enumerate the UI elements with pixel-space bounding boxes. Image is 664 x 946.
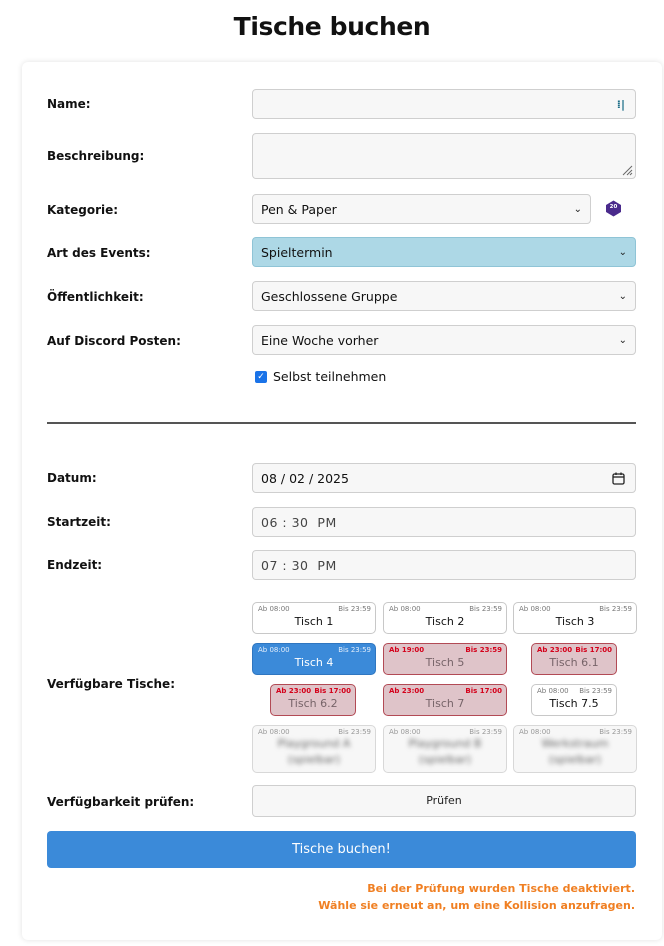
- table-until: Bis 23:59: [338, 646, 371, 654]
- table-button-conflict[interactable]: Ab 23:00 Bis 17:00 Tisch 6.1: [531, 643, 617, 675]
- table-from: Ab 08:00: [258, 605, 290, 613]
- kategorie-value: Pen & Paper: [261, 201, 337, 217]
- table-until: Bis 23:59: [465, 646, 502, 654]
- startzeit-value: 06 : 30 PM: [261, 514, 337, 530]
- datum-value: 08 / 02 / 2025: [261, 470, 349, 486]
- section-divider: [47, 422, 636, 424]
- table-name: Playground A (spielbar): [277, 737, 351, 766]
- table-from: Ab 08:00: [389, 605, 421, 613]
- book-tables-button[interactable]: Tische buchen!: [47, 831, 636, 868]
- discord-select[interactable]: Eine Woche vorher ⌄: [252, 325, 636, 355]
- kategorie-label: Kategorie:: [47, 203, 119, 217]
- table-from: Ab 19:00: [389, 646, 425, 654]
- table-button[interactable]: Ab 08:00 Bis 23:59 Tisch 2: [383, 602, 507, 634]
- datum-input[interactable]: 08 / 02 / 2025: [252, 463, 636, 493]
- table-until: Bis 23:59: [599, 728, 632, 736]
- table-until: Bis 17:00: [575, 646, 612, 654]
- discord-value: Eine Woche vorher: [261, 332, 379, 348]
- check-label: Verfügbarkeit prüfen:: [47, 795, 195, 809]
- oeffentlichkeit-value: Geschlossene Gruppe: [261, 288, 398, 304]
- table-until: Bis 23:59: [338, 605, 371, 613]
- table-button-conflict[interactable]: Ab 19:00 Bis 23:59 Tisch 5: [383, 643, 507, 675]
- table-name: Tisch 6.2: [288, 697, 338, 710]
- warning-line-2: Wähle sie erneut an, um eine Kollision a…: [318, 899, 635, 912]
- endzeit-input[interactable]: 07 : 30 PM: [252, 550, 636, 580]
- datum-label: Datum:: [47, 471, 97, 485]
- chevron-down-icon: ⌄: [618, 334, 627, 346]
- beschreibung-label: Beschreibung:: [47, 149, 145, 163]
- table-button-disabled[interactable]: Ab 08:00 Bis 23:59 Werkstraum (spielbar): [513, 725, 637, 773]
- table-button-disabled[interactable]: Ab 08:00 Bis 23:59 Playground A (spielba…: [252, 725, 376, 773]
- oeffentlichkeit-label: Öffentlichkeit:: [47, 290, 144, 304]
- calendar-icon[interactable]: [612, 472, 625, 485]
- table-name: Tisch 7: [425, 697, 465, 710]
- endzeit-value: 07 : 30 PM: [261, 557, 337, 573]
- page-title: Tische buchen: [233, 12, 431, 41]
- table-button[interactable]: Ab 08:00 Bis 23:59 Tisch 7.5: [531, 684, 617, 716]
- chevron-down-icon: ⌄: [618, 290, 627, 302]
- table-button[interactable]: Ab 08:00 Bis 23:59 Tisch 1: [252, 602, 376, 634]
- d20-dice-icon: 20: [605, 200, 622, 217]
- table-name: Tisch 2: [425, 615, 465, 628]
- table-from: Ab 08:00: [389, 728, 421, 736]
- table-button-disabled[interactable]: Ab 08:00 Bis 23:59 Playground B (spielba…: [383, 725, 507, 773]
- endzeit-label: Endzeit:: [47, 558, 103, 572]
- table-from: Ab 08:00: [519, 728, 551, 736]
- table-from: Ab 23:00: [389, 687, 425, 695]
- table-name: Werkstraum (spielbar): [541, 737, 609, 766]
- table-from: Ab 08:00: [258, 646, 290, 654]
- table-from: Ab 23:00: [276, 687, 312, 695]
- table-button-selected[interactable]: Ab 08:00 Bis 23:59 Tisch 4: [252, 643, 376, 675]
- chevron-down-icon: ⌄: [618, 246, 627, 258]
- table-until: Bis 23:59: [599, 605, 632, 613]
- name-label: Name:: [47, 97, 91, 111]
- art-value: Spieltermin: [261, 244, 333, 260]
- startzeit-input[interactable]: 06 : 30 PM: [252, 507, 636, 537]
- table-until: Bis 17:00: [314, 687, 351, 695]
- password-manager-icon[interactable]: ⁞|: [617, 98, 625, 111]
- table-name: Tisch 4: [294, 656, 334, 669]
- table-from: Ab 08:00: [537, 687, 569, 695]
- table-from: Ab 08:00: [258, 728, 290, 736]
- art-label: Art des Events:: [47, 246, 151, 260]
- table-until: Bis 23:59: [579, 687, 612, 695]
- table-until: Bis 23:59: [469, 728, 502, 736]
- oeffentlichkeit-select[interactable]: Geschlossene Gruppe ⌄: [252, 281, 636, 311]
- beschreibung-textarea[interactable]: [252, 133, 636, 179]
- resize-handle-icon[interactable]: [621, 164, 633, 176]
- table-name: Playground B (spielbar): [408, 737, 482, 766]
- name-input[interactable]: ⁞|: [252, 89, 636, 119]
- selbst-teilnehmen-label: Selbst teilnehmen: [273, 369, 387, 384]
- tables-label: Verfügbare Tische:: [47, 677, 175, 691]
- warning-line-1: Bei der Prüfung wurden Tische deaktivier…: [367, 882, 635, 895]
- table-from: Ab 08:00: [519, 605, 551, 613]
- table-until: Bis 23:59: [469, 605, 502, 613]
- table-button-conflict[interactable]: Ab 23:00 Bis 17:00 Tisch 6.2: [270, 684, 356, 716]
- table-name: Tisch 7.5: [549, 697, 599, 710]
- check-availability-button[interactable]: Prüfen: [252, 785, 636, 817]
- table-button-conflict[interactable]: Ab 23:00 Bis 17:00 Tisch 7: [383, 684, 507, 716]
- kategorie-select[interactable]: Pen & Paper ⌄: [252, 194, 591, 224]
- table-name: Tisch 6.1: [549, 656, 599, 669]
- chevron-down-icon: ⌄: [573, 203, 582, 215]
- selbst-teilnehmen-row[interactable]: ✓ Selbst teilnehmen: [255, 369, 386, 384]
- art-select[interactable]: Spieltermin ⌄: [252, 237, 636, 267]
- table-name: Tisch 3: [555, 615, 595, 628]
- table-button[interactable]: Ab 08:00 Bis 23:59 Tisch 3: [513, 602, 637, 634]
- table-name: Tisch 5: [425, 656, 465, 669]
- dice-badge-text: 20: [609, 204, 618, 210]
- table-until: Bis 17:00: [465, 687, 502, 695]
- startzeit-label: Startzeit:: [47, 515, 111, 529]
- selbst-teilnehmen-checkbox[interactable]: ✓: [255, 370, 267, 383]
- table-until: Bis 23:59: [338, 728, 371, 736]
- discord-label: Auf Discord Posten:: [47, 334, 181, 348]
- table-name: Tisch 1: [294, 615, 334, 628]
- table-from: Ab 23:00: [537, 646, 573, 654]
